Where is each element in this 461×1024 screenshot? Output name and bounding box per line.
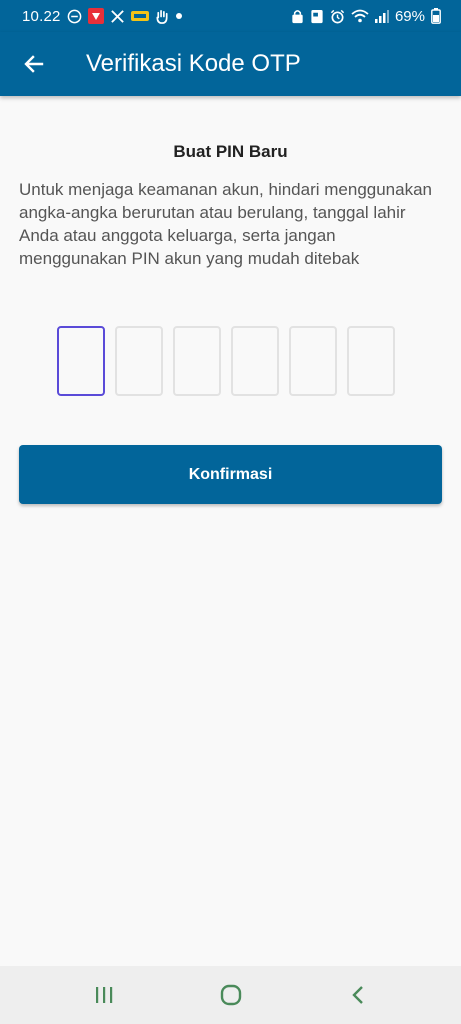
back-icon	[351, 986, 363, 1004]
home-button[interactable]	[201, 970, 261, 1020]
dot-icon	[175, 12, 183, 20]
home-icon	[220, 984, 241, 1006]
pin-digit-4[interactable]	[231, 326, 279, 396]
signal-icon	[374, 9, 389, 23]
app-bar: Verifikasi Kode OTP	[0, 32, 461, 96]
status-left: 10.22	[22, 8, 183, 25]
section-heading: Buat PIN Baru	[173, 142, 288, 161]
hand-icon	[155, 9, 169, 24]
battery-percent: 69%	[394, 7, 425, 25]
pin-digit-2[interactable]	[115, 326, 163, 396]
pin-description: Untuk menjaga keamanan akun, hindari men…	[19, 180, 432, 268]
dnd-icon	[67, 9, 82, 24]
recent-apps-icon	[95, 987, 112, 1003]
battery-icon	[431, 8, 441, 24]
pin-digit-1[interactable]	[57, 326, 105, 396]
page-title: Verifikasi Kode OTP	[86, 50, 301, 77]
back-button[interactable]	[2, 32, 66, 96]
app-notification-icon	[87, 8, 104, 24]
wifi-icon	[351, 9, 369, 23]
confirm-button[interactable]: Konfirmasi	[19, 445, 442, 504]
back-nav-button[interactable]	[328, 970, 388, 1020]
x-icon	[110, 9, 125, 24]
system-nav-bar	[0, 966, 461, 1024]
pin-digit-6[interactable]	[347, 326, 395, 396]
alarm-icon	[330, 9, 345, 24]
recent-apps-button[interactable]	[74, 970, 134, 1020]
status-time: 10.22	[22, 7, 61, 25]
photo-icon	[310, 9, 324, 24]
status-bar: 10.22 69%	[0, 0, 461, 32]
app-icon	[130, 10, 149, 22]
pin-digit-3[interactable]	[173, 326, 221, 396]
pin-input-row	[57, 326, 395, 396]
lock-icon	[291, 9, 304, 24]
pin-digit-5[interactable]	[289, 326, 337, 396]
status-right: 69%	[291, 8, 441, 25]
arrow-left-icon	[24, 55, 44, 73]
